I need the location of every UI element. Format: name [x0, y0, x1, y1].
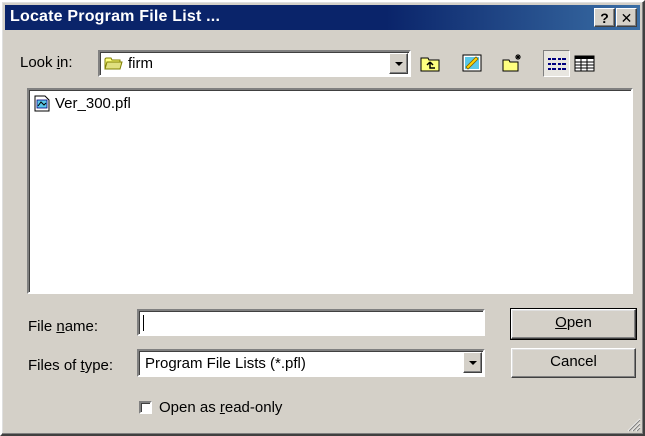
look-in-label: Look in: [20, 54, 73, 71]
file-name-label: File name: [28, 318, 99, 335]
text-caret [143, 315, 144, 331]
cancel-button[interactable]: Cancel [511, 348, 636, 378]
read-only-label[interactable]: Open as read-only [159, 399, 282, 416]
pfl-file-icon [34, 95, 50, 112]
file-name-input[interactable] [137, 309, 485, 336]
help-button[interactable]: ? [594, 8, 615, 27]
new-folder-icon [502, 54, 521, 72]
details-view-icon [574, 55, 595, 72]
list-view-icon [548, 58, 566, 70]
open-file-dialog: Locate Program File List ... ? ✕ Look in… [0, 0, 645, 436]
look-in-dropdown[interactable]: firm [98, 50, 411, 77]
desktop-icon [462, 54, 482, 72]
up-one-level-icon [420, 57, 440, 72]
file-name-text: Ver_300.pfl [55, 95, 131, 112]
file-type-dropdown-button[interactable] [463, 352, 482, 373]
open-button[interactable]: Open [510, 308, 637, 340]
list-view-button[interactable] [543, 50, 570, 77]
file-type-dropdown[interactable]: Program File Lists (*.pfl) [137, 349, 485, 377]
close-icon: ✕ [620, 10, 633, 26]
look-in-dropdown-button[interactable] [389, 53, 408, 74]
look-in-value: firm [128, 55, 153, 72]
title-bar[interactable]: Locate Program File List ... ? ✕ [5, 5, 640, 30]
close-button[interactable]: ✕ [616, 8, 637, 27]
file-type-value: Program File Lists (*.pfl) [145, 355, 306, 372]
file-type-label: Files of type: [28, 357, 114, 374]
window-title: Locate Program File List ... [10, 8, 221, 25]
up-one-level-button[interactable] [417, 50, 444, 77]
read-only-checkbox[interactable] [139, 401, 152, 414]
new-folder-button[interactable] [499, 50, 526, 77]
resize-grip-icon[interactable] [627, 418, 641, 432]
file-list[interactable]: Ver_300.pfl [27, 88, 633, 294]
folder-icon [104, 55, 124, 75]
desktop-button[interactable] [459, 50, 486, 77]
details-view-button[interactable] [571, 50, 598, 77]
